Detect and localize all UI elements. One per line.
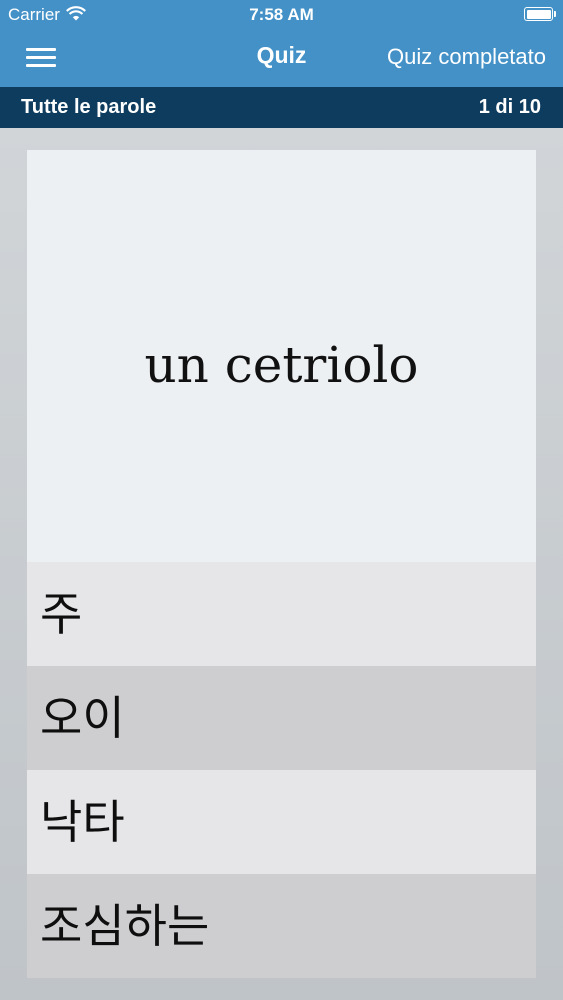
status-time: 7:58 AM bbox=[249, 5, 314, 24]
answer-option-4[interactable]: 조심하는 bbox=[27, 874, 536, 978]
answer-option-2[interactable]: 오이 bbox=[27, 666, 536, 770]
quiz-completed-button[interactable]: Quiz completato bbox=[387, 44, 546, 70]
answer-option-3[interactable]: 낙타 bbox=[27, 770, 536, 874]
top-bar: Carrier 7:58 AM Quiz Quiz completato bbox=[0, 0, 563, 87]
word-category-label: Tutte le parole bbox=[21, 96, 157, 118]
battery-icon bbox=[524, 7, 556, 21]
quiz-info-bar: Tutte le parole 1 di 10 bbox=[0, 87, 563, 128]
question-word: un cetriolo bbox=[144, 336, 419, 394]
question-progress: 1 di 10 bbox=[478, 96, 541, 118]
battery-level bbox=[526, 9, 551, 19]
status-bar: Carrier 7:58 AM bbox=[0, 0, 563, 30]
question-card: un cetriolo bbox=[27, 150, 536, 562]
answer-option-1[interactable]: 주 bbox=[27, 562, 536, 666]
navigation-bar: Quiz Quiz completato bbox=[0, 30, 563, 87]
